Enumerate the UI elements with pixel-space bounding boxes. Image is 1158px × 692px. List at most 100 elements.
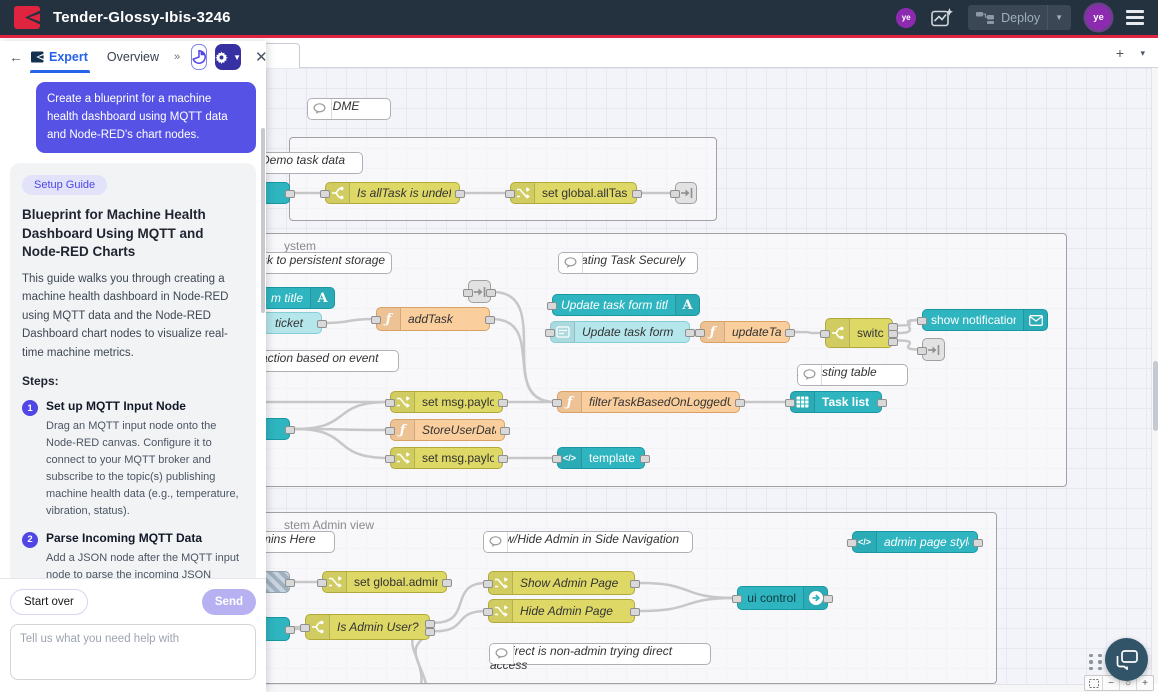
input-port[interactable]	[385, 399, 395, 407]
output-port[interactable]	[888, 330, 898, 338]
node-add-task[interactable]: ƒaddTask	[376, 307, 490, 331]
node-upd-form[interactable]: Update task form	[550, 321, 690, 343]
zoom-in-button[interactable]: +	[1136, 676, 1153, 690]
flow-list-button[interactable]: ▾	[1140, 48, 1145, 59]
resize-grip-icon[interactable]	[1089, 654, 1102, 671]
node-is-alltask[interactable]: Is allTask is undefined	[325, 182, 460, 204]
node-stub-mid[interactable]	[266, 418, 290, 440]
output-port[interactable]	[685, 329, 695, 337]
input-port[interactable]	[695, 329, 705, 337]
input-port[interactable]	[483, 580, 493, 588]
output-port[interactable]	[285, 426, 295, 434]
node-update-task[interactable]: ƒupdateTask	[700, 321, 790, 343]
comment-node[interactable]: Adjusting table	[797, 364, 908, 386]
tab-expert[interactable]: Expert	[31, 50, 88, 64]
node-template[interactable]: </>template	[557, 447, 645, 469]
node-switch[interactable]: switch	[825, 318, 893, 348]
deploy-caret-icon[interactable]: ▼	[1055, 13, 1063, 22]
usage-pie-button[interactable]	[191, 44, 207, 70]
back-arrow-icon[interactable]: ←	[9, 49, 23, 65]
node-show-notif[interactable]: show notification	[922, 309, 1048, 331]
node-inject-stub[interactable]	[266, 571, 290, 593]
node-set-payload-1[interactable]: set msg.payload	[390, 391, 503, 413]
output-port[interactable]	[888, 338, 898, 346]
node-ticket-cut[interactable]: ticket	[266, 312, 322, 334]
input-port[interactable]	[317, 579, 327, 587]
input-port[interactable]	[732, 595, 742, 603]
input-port[interactable]	[385, 455, 395, 463]
add-flow-button[interactable]: +	[1116, 45, 1124, 61]
output-port[interactable]	[285, 190, 295, 198]
input-port[interactable]	[483, 608, 493, 616]
pipeline-assistant-icon[interactable]	[931, 8, 953, 28]
vertical-scrollbar[interactable]	[1151, 68, 1158, 684]
settings-dropdown-button[interactable]: ▼	[215, 44, 241, 70]
node-hide-admin[interactable]: Hide Admin Page	[488, 599, 635, 623]
input-port[interactable]	[917, 347, 927, 355]
output-port[interactable]	[877, 399, 887, 407]
input-port[interactable]	[320, 190, 330, 198]
input-port[interactable]	[505, 190, 515, 198]
output-port[interactable]	[425, 628, 435, 636]
tab-overview[interactable]: Overview	[107, 50, 159, 64]
output-port[interactable]	[630, 580, 640, 588]
output-port[interactable]	[485, 316, 495, 324]
output-port[interactable]	[455, 190, 465, 198]
input-port[interactable]	[847, 539, 857, 547]
input-port[interactable]	[545, 329, 555, 337]
comment-node[interactable]: Updating Task Securely	[558, 252, 698, 274]
node-stub-bot[interactable]	[266, 617, 290, 641]
node-link-out-2[interactable]	[922, 338, 945, 361]
node-link-out-1[interactable]	[675, 182, 697, 204]
output-port[interactable]	[498, 455, 508, 463]
node-ui-control[interactable]: ui control	[737, 586, 828, 610]
output-port[interactable]	[285, 579, 295, 587]
output-port[interactable]	[317, 320, 327, 328]
input-port[interactable]	[785, 399, 795, 407]
more-tabs-chevrons-icon[interactable]: »	[174, 51, 179, 63]
node-form-title-cut[interactable]: Am title	[266, 287, 335, 309]
vertical-scrollbar-thumb[interactable]	[1153, 361, 1158, 431]
input-port[interactable]	[552, 399, 562, 407]
comment-node[interactable]: mins Here	[266, 531, 335, 553]
node-stub-top[interactable]	[266, 182, 290, 204]
comment-node[interactable]: sk to persistent storage	[266, 252, 392, 274]
output-port[interactable]	[500, 427, 510, 435]
flow-group[interactable]	[289, 137, 717, 221]
input-port[interactable]	[917, 317, 927, 325]
deploy-button[interactable]: Deploy ▼	[968, 5, 1071, 30]
input-port[interactable]	[820, 330, 830, 338]
comment-node[interactable]: action based on event	[266, 350, 399, 372]
node-store-user[interactable]: ƒStoreUserData	[390, 419, 505, 441]
comment-node[interactable]: Show/Hide Admin in Side Navigation	[483, 531, 693, 553]
output-port[interactable]	[630, 608, 640, 616]
node-set-payload-2[interactable]: set msg.payload	[390, 447, 503, 469]
output-port[interactable]	[785, 329, 795, 337]
output-port[interactable]	[973, 539, 983, 547]
node-set-admins[interactable]: set global.admins	[322, 571, 447, 593]
input-port[interactable]	[547, 302, 557, 310]
fit-view-icon[interactable]	[1085, 676, 1102, 690]
start-over-button[interactable]: Start over	[10, 589, 88, 615]
comment-node[interactable]: Redirect is non-admin trying direct acce…	[489, 643, 711, 665]
help-input[interactable]	[10, 624, 256, 680]
panel-scrollbar-thumb[interactable]	[261, 128, 265, 313]
node-link-in-1[interactable]	[468, 280, 491, 303]
output-port[interactable]	[285, 626, 295, 634]
close-panel-icon[interactable]: ✕	[255, 48, 268, 66]
output-port[interactable]	[823, 595, 833, 603]
node-upd-form-title[interactable]: AUpdate task form title	[552, 294, 700, 316]
node-task-list[interactable]: Task list	[790, 391, 882, 413]
input-port[interactable]	[371, 316, 381, 324]
node-filter-task[interactable]: ƒfilterTaskBasedOnLoggedUser	[557, 391, 740, 413]
hamburger-menu-icon[interactable]	[1126, 10, 1144, 25]
output-port[interactable]	[735, 399, 745, 407]
node-show-admin[interactable]: Show Admin Page	[488, 571, 635, 595]
send-button[interactable]: Send	[202, 589, 256, 615]
horizontal-scrollbar[interactable]	[266, 684, 1151, 692]
output-port[interactable]	[442, 579, 452, 587]
output-port[interactable]	[498, 399, 508, 407]
node-set-alltask[interactable]: set global.allTask	[510, 182, 637, 204]
avatar-small[interactable]: ye	[896, 8, 916, 28]
output-port[interactable]	[486, 289, 496, 297]
